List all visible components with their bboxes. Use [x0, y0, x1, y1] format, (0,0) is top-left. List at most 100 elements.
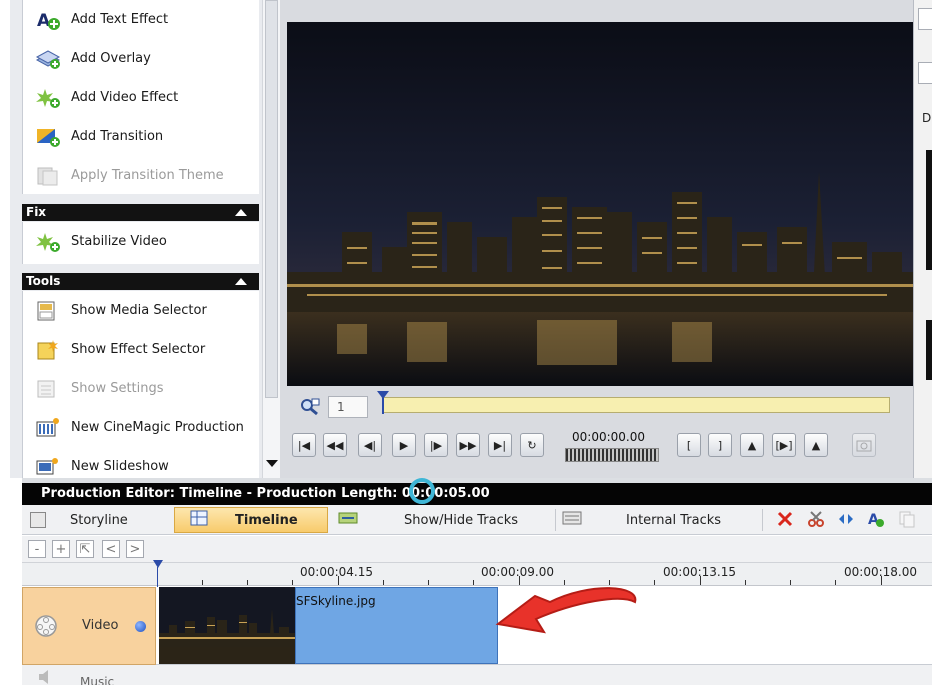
- tab-storyline[interactable]: Storyline: [24, 507, 174, 533]
- task-label: New Slideshow: [71, 459, 169, 474]
- go-to-mark-out-button[interactable]: ▲: [804, 433, 828, 457]
- ruler-tick: [383, 580, 384, 585]
- tab-label: Storyline: [70, 512, 128, 528]
- window-edge: [0, 0, 10, 685]
- scroll-down-icon[interactable]: [266, 460, 278, 467]
- zoom-in-button[interactable]: +: [52, 540, 70, 558]
- slideshow-icon: [35, 456, 61, 478]
- task-add-transition[interactable]: Add Transition: [23, 117, 259, 156]
- task-show-effect-selector[interactable]: Show Effect Selector: [23, 330, 259, 369]
- button-glyph: |◀: [297, 438, 311, 452]
- button-glyph: ▲: [747, 438, 757, 452]
- scrub-bar[interactable]: [382, 397, 890, 413]
- annotation-arrow-icon: [495, 587, 637, 634]
- click-indicator: [409, 478, 435, 504]
- button-glyph: ]: [717, 438, 723, 452]
- go-to-start-button[interactable]: |◀: [292, 433, 316, 457]
- playhead[interactable]: [153, 560, 163, 568]
- panel-label: Di: [922, 111, 932, 125]
- zoom-icon[interactable]: [300, 398, 320, 416]
- task-stabilize-video[interactable]: Stabilize Video: [23, 222, 259, 261]
- toolbar-divider: [555, 509, 556, 531]
- mark-in-button[interactable]: [: [677, 433, 701, 457]
- app-window: A Add Text Effect Add Overlay Add Video …: [0, 0, 932, 685]
- collapse-icon: [235, 278, 247, 285]
- add-effect-icon[interactable]: A: [867, 510, 885, 532]
- task-label: Show Settings: [71, 381, 164, 396]
- speaker-icon: [37, 669, 55, 685]
- ruler-tick: [292, 580, 293, 585]
- ruler-tick: [654, 580, 655, 585]
- panel-preview: [926, 150, 932, 270]
- film-reel-icon: [34, 614, 58, 642]
- scrub-handle[interactable]: [377, 391, 389, 399]
- task-label: Apply Transition Theme: [71, 168, 224, 183]
- play-marked-button[interactable]: [▶]: [772, 433, 796, 457]
- tools-task-list: Show Media Selector Show Effect Selector…: [22, 291, 259, 478]
- tools-section-header[interactable]: Tools: [22, 273, 259, 290]
- scrollbar-thumb[interactable]: [265, 0, 278, 398]
- mark-out-button[interactable]: ]: [708, 433, 732, 457]
- zoom-out-button[interactable]: -: [28, 540, 46, 558]
- button-glyph: +: [55, 541, 67, 557]
- track-label: Video: [82, 618, 119, 633]
- task-show-settings[interactable]: Show Settings: [23, 369, 259, 408]
- collapse-icon: [235, 209, 247, 216]
- task-add-video-effect[interactable]: Add Video Effect: [23, 78, 259, 117]
- button-glyph: ◀◀: [326, 438, 344, 452]
- button-glyph: ▶|: [493, 438, 507, 452]
- page-number-field[interactable]: 1: [328, 396, 368, 418]
- scroll-right-button[interactable]: >: [126, 540, 144, 558]
- task-label: Add Video Effect: [71, 90, 179, 105]
- properties-panel: Di: [913, 0, 932, 478]
- fast-forward-button[interactable]: ▶▶: [456, 433, 480, 457]
- panel-preview: [926, 320, 932, 380]
- snapshot-button[interactable]: [852, 433, 876, 457]
- trim-icon[interactable]: [837, 510, 855, 532]
- button-glyph: ⇱: [79, 541, 91, 557]
- task-add-overlay[interactable]: Add Overlay: [23, 39, 259, 78]
- tab-label: Show/Hide Tracks: [404, 512, 519, 528]
- text-effect-icon: A: [35, 9, 61, 31]
- play-button[interactable]: ▶: [392, 433, 416, 457]
- ruler-tick: [790, 580, 791, 585]
- fix-task-list: Stabilize Video: [22, 222, 259, 264]
- task-new-cinemagic-production[interactable]: New CineMagic Production: [23, 408, 259, 447]
- loop-button[interactable]: ↻: [520, 433, 544, 457]
- stabilize-icon: [35, 231, 61, 253]
- transition-theme-icon: [35, 165, 61, 187]
- track-label: Music: [80, 675, 115, 685]
- clip-thumbnail[interactable]: [159, 587, 295, 664]
- video-track-header[interactable]: Video: [22, 587, 156, 665]
- ruler-label: 00:00:09.00: [481, 565, 554, 579]
- jog-shuttle[interactable]: [565, 448, 659, 462]
- split-clip-icon[interactable]: [807, 510, 825, 532]
- zoom-fit-button[interactable]: ⇱: [76, 540, 94, 558]
- step-back-button[interactable]: ◀|: [358, 433, 382, 457]
- task-apply-transition-theme[interactable]: Apply Transition Theme: [23, 156, 259, 195]
- delete-icon[interactable]: [776, 510, 794, 532]
- copy-icon[interactable]: [898, 510, 916, 532]
- effects-task-list: A Add Text Effect Add Overlay Add Video …: [22, 0, 259, 194]
- settings-icon: [35, 378, 61, 400]
- panel-field[interactable]: [918, 62, 932, 84]
- step-forward-button[interactable]: |▶: [424, 433, 448, 457]
- panel-field[interactable]: [918, 8, 932, 30]
- music-track[interactable]: [22, 665, 932, 685]
- scroll-left-button[interactable]: <: [102, 540, 120, 558]
- go-to-mark-in-button[interactable]: ▲: [740, 433, 764, 457]
- task-panel-scrollbar[interactable]: [262, 0, 280, 478]
- rewind-button[interactable]: ◀◀: [323, 433, 347, 457]
- ruler-label: 00:00:04.15: [300, 565, 373, 579]
- track-active-icon[interactable]: [135, 621, 146, 632]
- task-show-media-selector[interactable]: Show Media Selector: [23, 291, 259, 330]
- tab-internal-tracks[interactable]: Internal Tracks: [562, 507, 762, 533]
- timeline-icon: [189, 509, 209, 531]
- timeline-subbar: - + ⇱ < >: [22, 536, 932, 562]
- task-add-text-effect[interactable]: A Add Text Effect: [23, 0, 259, 39]
- task-label: Add Text Effect: [71, 12, 169, 27]
- go-to-end-button[interactable]: ▶|: [488, 433, 512, 457]
- fix-section-header[interactable]: Fix: [22, 204, 259, 221]
- tab-timeline[interactable]: Timeline: [174, 507, 328, 533]
- tab-show-hide-tracks[interactable]: Show/Hide Tracks: [338, 507, 548, 533]
